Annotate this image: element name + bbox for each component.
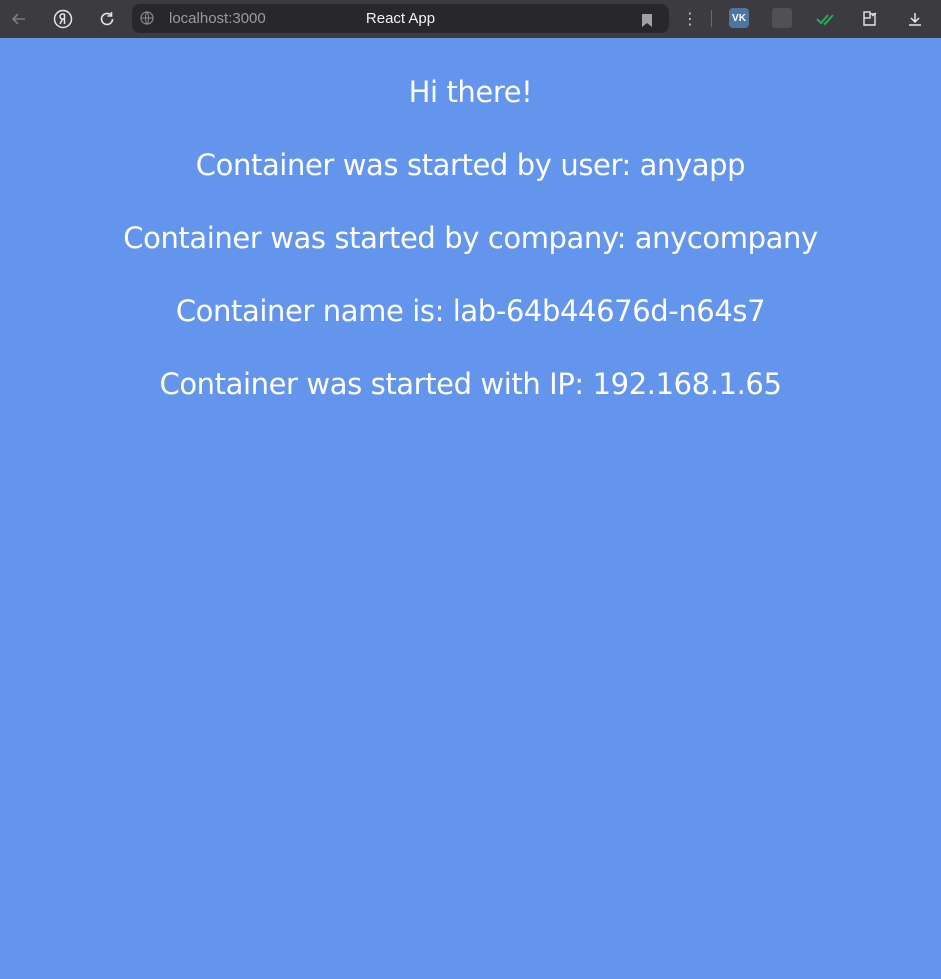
browser-toolbar: localhost:3000 React App ⋮ VK	[0, 0, 941, 38]
page-title: React App	[365, 10, 436, 27]
extensions-puzzle-icon[interactable]	[859, 7, 883, 31]
container-name-line: Container name is: lab-64b44676d-n64s7	[175, 294, 766, 328]
bookmark-icon[interactable]	[642, 12, 652, 27]
vk-icon-label: VK	[732, 12, 746, 24]
greeting-text: Hi there!	[408, 75, 533, 109]
back-arrow-icon[interactable]	[7, 7, 31, 31]
reload-icon[interactable]	[95, 7, 119, 31]
company-line: Container was started by company: anycom…	[123, 221, 818, 255]
ip-line: Container was started with IP: 192.168.1…	[159, 367, 782, 401]
download-icon[interactable]	[903, 7, 927, 31]
page-content: Hi there! Container was started by user:…	[0, 38, 941, 979]
vertical-dots-icon[interactable]: ⋮	[678, 7, 702, 31]
user-line: Container was started by user: anyapp	[195, 148, 746, 182]
toolbar-divider	[711, 10, 712, 27]
extension-icon[interactable]	[772, 8, 792, 28]
double-check-icon[interactable]	[814, 7, 838, 31]
yandex-logo-icon[interactable]	[51, 7, 75, 31]
vk-icon[interactable]: VK	[729, 8, 749, 28]
address-bar[interactable]: localhost:3000 React App	[132, 4, 669, 33]
